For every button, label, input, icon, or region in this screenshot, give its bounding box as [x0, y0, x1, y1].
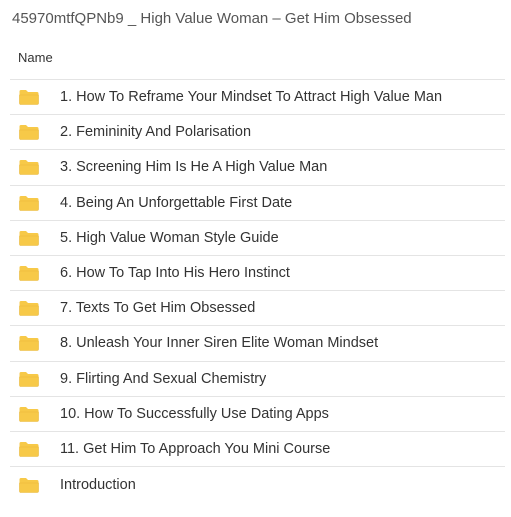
folder-row-3[interactable]: 3. Screening Him Is He A High Value Man [10, 150, 505, 186]
folder-name: Introduction [60, 476, 136, 493]
file-list: Name 1. How To Reframe Your Mindset To A… [10, 36, 505, 502]
column-header-name[interactable]: Name [10, 36, 505, 80]
folder-row-11[interactable]: 11. Get Him To Approach You Mini Course [10, 432, 505, 468]
folder-icon [19, 477, 39, 493]
folder-icon [19, 90, 39, 105]
folder-name: 6. How To Tap Into His Hero Instinct [60, 265, 290, 282]
file-list-rows: 1. How To Reframe Your Mindset To Attrac… [10, 80, 505, 502]
folder-name: 5. High Value Woman Style Guide [60, 229, 279, 246]
folder-row-8[interactable]: 8. Unleash Your Inner Siren Elite Woman … [10, 326, 505, 362]
folder-name: 9. Flirting And Sexual Chemistry [60, 370, 267, 387]
folder-name: 3. Screening Him Is He A High Value Man [60, 159, 328, 176]
folder-row-7[interactable]: 7. Texts To Get Him Obsessed [10, 291, 505, 327]
folder-icon [19, 336, 39, 352]
folder-icon [19, 266, 39, 281]
folder-row-4[interactable]: 4. Being An Unforgettable First Date [10, 186, 505, 221]
folder-row-5[interactable]: 5. High Value Woman Style Guide [10, 221, 505, 256]
folder-icon [19, 406, 39, 422]
folder-icon [19, 160, 39, 176]
folder-row-2[interactable]: 2. Femininity And Polarisation [10, 115, 505, 151]
window-title: 45970mtfQPNb9 _ High Value Woman – Get H… [0, 0, 511, 36]
column-header-label: Name [18, 50, 53, 65]
folder-name: 2. Femininity And Polarisation [60, 124, 252, 141]
folder-icon [19, 195, 39, 211]
folder-row-12[interactable]: Introduction [10, 467, 505, 502]
folder-name: 4. Being An Unforgettable First Date [60, 194, 293, 211]
folder-row-1[interactable]: 1. How To Reframe Your Mindset To Attrac… [10, 80, 505, 116]
window-title-text: 45970mtfQPNb9 _ High Value Woman – Get H… [12, 9, 412, 27]
folder-icon [19, 441, 39, 457]
folder-name: 11. Get Him To Approach You Mini Course [60, 440, 331, 457]
folder-name: 8. Unleash Your Inner Siren Elite Woman … [60, 335, 379, 352]
folder-icon [19, 301, 39, 317]
folder-icon [19, 125, 39, 141]
folder-icon [19, 371, 39, 387]
folder-name: 1. How To Reframe Your Mindset To Attrac… [60, 89, 443, 106]
folder-row-6[interactable]: 6. How To Tap Into His Hero Instinct [10, 256, 505, 292]
folder-name: 10. How To Successfully Use Dating Apps [60, 405, 329, 422]
folder-icon [19, 230, 39, 246]
folder-name: 7. Texts To Get Him Obsessed [60, 300, 256, 317]
folder-row-9[interactable]: 9. Flirting And Sexual Chemistry [10, 362, 505, 397]
folder-row-10[interactable]: 10. How To Successfully Use Dating Apps [10, 397, 505, 432]
